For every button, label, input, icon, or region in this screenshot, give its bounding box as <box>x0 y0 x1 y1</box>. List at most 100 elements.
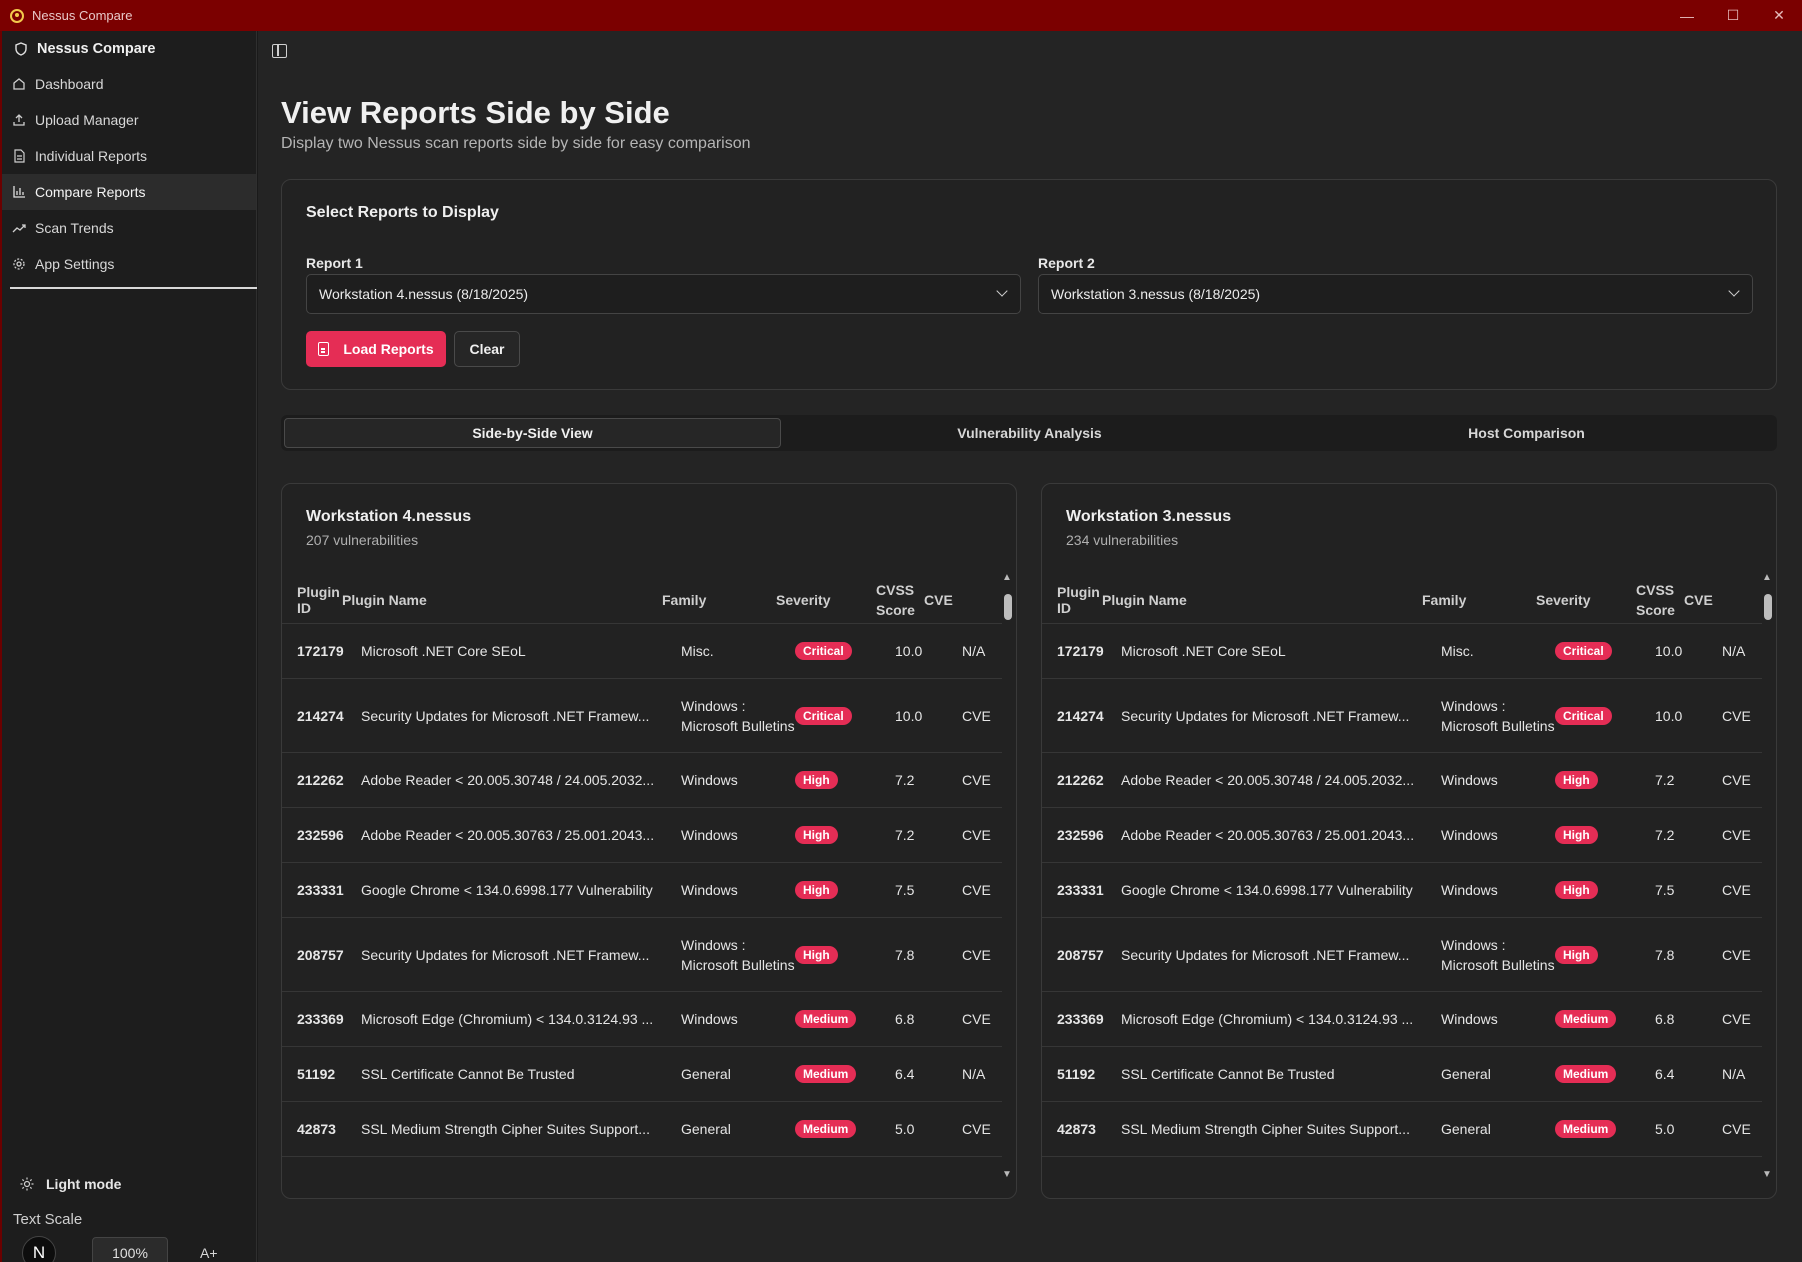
family-cell: Windows : Microsoft Bulletins <box>1441 697 1555 734</box>
close-button[interactable]: ✕ <box>1756 0 1802 31</box>
sidebar-brand[interactable]: Nessus Compare <box>2 32 256 66</box>
light-mode-toggle[interactable]: Light mode <box>2 1169 121 1199</box>
table-row[interactable]: 208757 Security Updates for Microsoft .NE… <box>282 918 1002 992</box>
table-row[interactable]: 212262 Adobe Reader < 20.005.30748 / 24.0… <box>282 753 1002 808</box>
sidebar-divider <box>10 287 257 289</box>
table-row[interactable]: 208757 Security Updates for Microsoft .NE… <box>1042 918 1762 992</box>
main-content: View Reports Side by Side Display two Ne… <box>258 31 1802 1262</box>
severity-badge: Critical <box>795 642 852 660</box>
col-cve-header[interactable]: CVE <box>924 592 964 608</box>
table-row[interactable]: 172179 Microsoft .NET Core SEoL Misc. Criti… <box>282 624 1002 679</box>
table-row[interactable]: 42873 SSL Medium Strength Cipher Suites S… <box>1042 1102 1762 1157</box>
cvss-score-cell: 10.0 <box>895 707 923 724</box>
plugin-id-cell: 233369 <box>1057 1011 1104 1027</box>
text-scale-value[interactable]: 100% <box>92 1237 168 1262</box>
col-plugin-id-header[interactable]: Plugin ID <box>1042 584 1102 616</box>
text-scale-increase-button[interactable]: A+ <box>200 1245 218 1261</box>
plugin-id-cell: 212262 <box>1057 772 1104 788</box>
table-row[interactable]: 214274 Security Updates for Microsoft .NE… <box>1042 679 1762 753</box>
report1-select[interactable]: Workstation 4.nessus (8/18/2025) <box>306 274 1021 314</box>
scroll-up-icon[interactable]: ▲ <box>1002 572 1012 583</box>
col-cvss-score-header[interactable]: CVSS Score <box>876 580 924 620</box>
tab-host-comparison[interactable]: Host Comparison <box>1278 418 1775 448</box>
sidebar-toggle-icon[interactable] <box>272 44 287 58</box>
table-row[interactable]: 51192 SSL Certificate Cannot Be Trusted Ge… <box>1042 1047 1762 1102</box>
plugin-id-cell: 42873 <box>297 1121 336 1137</box>
family-cell: Windows <box>1441 827 1498 843</box>
cve-cell: CVE <box>1722 772 1751 788</box>
maximize-button[interactable]: ☐ <box>1710 0 1756 31</box>
cve-cell: CVE <box>962 1121 991 1137</box>
cvss-score-cell: 6.8 <box>1655 1011 1675 1027</box>
plugin-name-cell: Security Updates for Microsoft .NET Fram… <box>1121 707 1410 724</box>
table-row[interactable]: 233331 Google Chrome < 134.0.6998.177 Vul… <box>1042 863 1762 918</box>
sidebar-item-app-settings[interactable]: App Settings <box>2 246 256 282</box>
plugin-name-cell: Adobe Reader < 20.005.30763 / 25.001.204… <box>361 827 655 843</box>
col-family-header[interactable]: Family <box>1422 590 1536 610</box>
severity-badge: Medium <box>1555 1065 1617 1083</box>
tab-vulnerability-analysis[interactable]: Vulnerability Analysis <box>781 418 1278 448</box>
cve-cell: CVE <box>962 882 991 898</box>
table-row[interactable]: 233331 Google Chrome < 134.0.6998.177 Vul… <box>282 863 1002 918</box>
col-cve-header[interactable]: CVE <box>1684 592 1724 608</box>
tab-side-by-side[interactable]: Side-by-Side View <box>284 418 781 448</box>
severity-cell: High <box>1555 771 1655 789</box>
window-controls: — ☐ ✕ <box>1664 0 1802 31</box>
sidebar-item-dashboard[interactable]: Dashboard <box>2 66 256 102</box>
plugin-name-cell: Adobe Reader < 20.005.30763 / 25.001.204… <box>1121 827 1415 843</box>
severity-cell: Medium <box>1555 1120 1655 1138</box>
text-scale-reset-button[interactable]: N <box>22 1236 56 1262</box>
sidebar-item-scan-trends[interactable]: Scan Trends <box>2 210 256 246</box>
cve-cell: N/A <box>1722 1066 1746 1082</box>
severity-cell: Medium <box>795 1065 895 1083</box>
family-cell: Windows <box>681 1011 738 1027</box>
table-row[interactable]: 232596 Adobe Reader < 20.005.30763 / 25.0… <box>282 808 1002 863</box>
table-row[interactable]: 214274 Security Updates for Microsoft .NE… <box>282 679 1002 753</box>
scroll-down-icon[interactable]: ▼ <box>1002 1169 1012 1180</box>
scroll-up-icon[interactable]: ▲ <box>1762 572 1772 583</box>
severity-badge: High <box>1555 945 1598 964</box>
report2-select[interactable]: Workstation 3.nessus (8/18/2025) <box>1038 274 1753 314</box>
table-vertical-scrollbar[interactable]: ▲ ▼ <box>1002 572 1014 1180</box>
severity-badge: High <box>795 771 838 789</box>
col-cvss-score-header[interactable]: CVSS Score <box>1636 580 1684 620</box>
plugin-name-cell: Microsoft .NET Core SEoL <box>1121 643 1286 659</box>
cve-cell: N/A <box>962 643 986 659</box>
cvss-score-cell: 7.2 <box>1655 827 1675 843</box>
scrollbar-thumb[interactable] <box>1764 594 1772 620</box>
col-plugin-name-header[interactable]: Plugin Name <box>342 592 662 608</box>
col-plugin-id-header[interactable]: Plugin ID <box>282 584 342 616</box>
col-family-header[interactable]: Family <box>662 590 776 610</box>
col-plugin-name-header[interactable]: Plugin Name <box>1102 592 1422 608</box>
table-row[interactable]: 51192 SSL Certificate Cannot Be Trusted Ge… <box>282 1047 1002 1102</box>
severity-cell: Medium <box>1555 1065 1655 1083</box>
scroll-down-icon[interactable]: ▼ <box>1762 1169 1772 1180</box>
minimize-button[interactable]: — <box>1664 0 1710 31</box>
select-reports-card: Select Reports to Display Report 1 Works… <box>281 179 1777 390</box>
sidebar-item-compare-reports[interactable]: Compare Reports <box>2 174 256 210</box>
scrollbar-thumb[interactable] <box>1004 594 1012 620</box>
sidebar-item-upload-manager[interactable]: Upload Manager <box>2 102 256 138</box>
table-row[interactable]: 233369 Microsoft Edge (Chromium) < 134.0.… <box>282 992 1002 1047</box>
family-cell: General <box>681 1121 731 1137</box>
sidebar: Nessus Compare Dashboard Upload Manager … <box>0 31 257 1262</box>
table-row[interactable]: 42873 SSL Medium Strength Cipher Suites S… <box>282 1102 1002 1157</box>
cve-cell: N/A <box>962 1066 986 1082</box>
sidebar-item-individual-reports[interactable]: Individual Reports <box>2 138 256 174</box>
clear-button[interactable]: Clear <box>454 331 520 367</box>
table-row[interactable]: 212262 Adobe Reader < 20.005.30748 / 24.0… <box>1042 753 1762 808</box>
plugin-id-cell: 233331 <box>1057 882 1104 898</box>
plugin-name-cell: SSL Certificate Cannot Be Trusted <box>1121 1066 1335 1082</box>
table-row[interactable]: 233369 Microsoft Edge (Chromium) < 134.0.… <box>1042 992 1762 1047</box>
col-severity-header[interactable]: Severity <box>1536 592 1636 608</box>
table-row[interactable]: 172179 Microsoft .NET Core SEoL Misc. Criti… <box>1042 624 1762 679</box>
table-vertical-scrollbar[interactable]: ▲ ▼ <box>1762 572 1774 1180</box>
upload-icon <box>12 113 26 127</box>
plugin-id-cell: 233369 <box>297 1011 344 1027</box>
load-reports-button[interactable]: Load Reports <box>306 331 446 367</box>
col-severity-header[interactable]: Severity <box>776 592 876 608</box>
severity-badge: Medium <box>1555 1010 1617 1028</box>
plugin-id-cell: 232596 <box>297 827 344 843</box>
text-scale-label: Text Scale <box>13 1211 83 1228</box>
table-row[interactable]: 232596 Adobe Reader < 20.005.30763 / 25.0… <box>1042 808 1762 863</box>
